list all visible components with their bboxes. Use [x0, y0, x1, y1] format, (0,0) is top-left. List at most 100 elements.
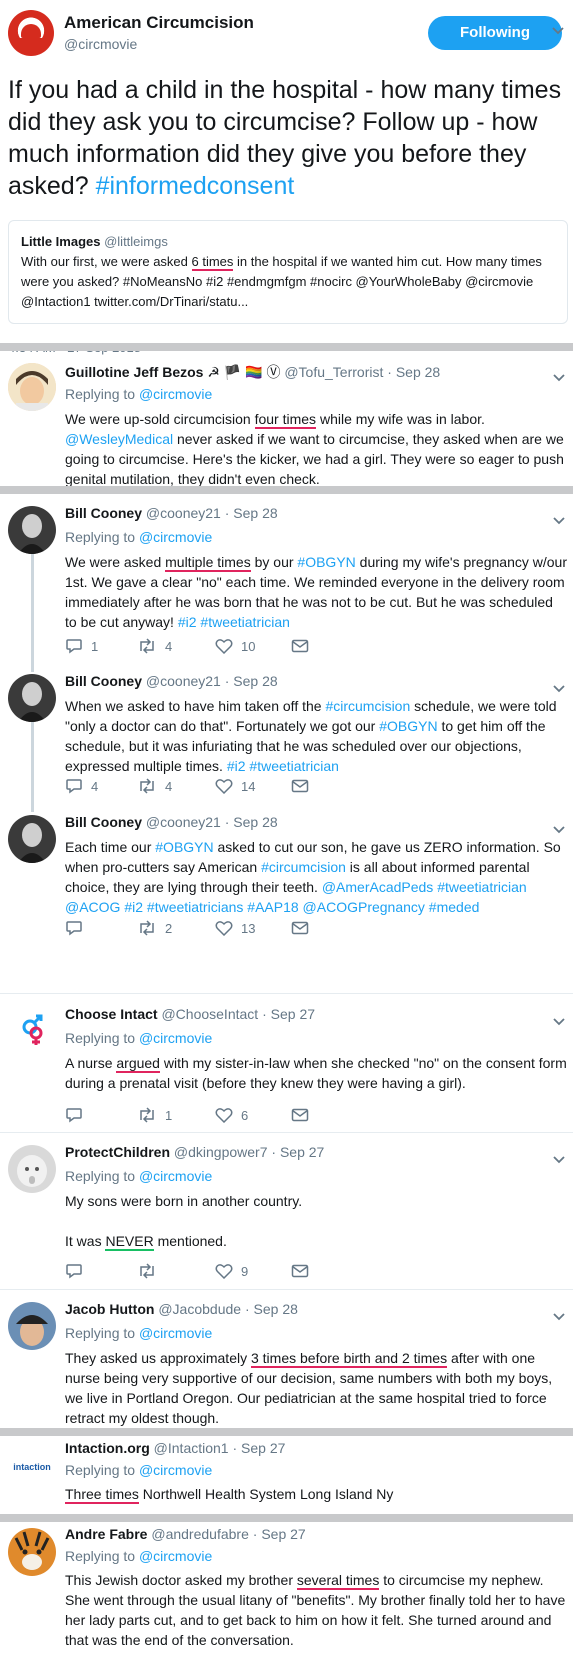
- author-handle[interactable]: @dkingpower7: [174, 1144, 268, 1160]
- reply-date[interactable]: Sep 27: [241, 1440, 285, 1456]
- retweet-action[interactable]: 4: [137, 776, 172, 796]
- hashtag-link[interactable]: #i2 #tweetiatrician: [227, 758, 339, 774]
- dm-action[interactable]: [291, 776, 317, 796]
- dm-action[interactable]: [291, 1105, 317, 1125]
- reply-date[interactable]: Sep 27: [261, 1526, 305, 1542]
- reply-date[interactable]: Sep 28: [396, 364, 440, 380]
- hashtag-link[interactable]: #circumcision: [261, 859, 346, 875]
- dm-action[interactable]: [291, 1261, 317, 1281]
- reply-action[interactable]: 1: [65, 636, 98, 656]
- author-handle[interactable]: @ChooseIntact: [161, 1006, 258, 1022]
- author-name[interactable]: Bill Cooney: [65, 814, 142, 830]
- reply-action[interactable]: 4: [65, 776, 98, 796]
- replying-link[interactable]: @circmovie: [139, 1548, 212, 1564]
- author-handle[interactable]: @cooney21: [146, 814, 221, 830]
- retweet-action[interactable]: [137, 1261, 165, 1281]
- reply-date[interactable]: Sep 27: [271, 1006, 315, 1022]
- reply-date[interactable]: Sep 27: [280, 1144, 324, 1160]
- avatar[interactable]: [8, 363, 56, 411]
- author-handle[interactable]: @andredufabre: [151, 1526, 249, 1542]
- author-name[interactable]: Guillotine Jeff Bezos: [65, 364, 203, 380]
- chevron-down-icon[interactable]: [552, 682, 566, 696]
- hashtag-link[interactable]: #circumcision: [325, 698, 410, 714]
- chevron-down-icon[interactable]: [552, 514, 566, 528]
- hashtag-link[interactable]: #OBGYN: [155, 839, 213, 855]
- like-action[interactable]: 14: [215, 776, 255, 796]
- like-count: 9: [241, 1263, 249, 1279]
- avatar[interactable]: [8, 506, 56, 554]
- reply-tweet[interactable]: Bill Cooney @cooney21 · Sep 28 Each time…: [0, 803, 573, 993]
- dm-action[interactable]: [291, 636, 317, 656]
- avatar[interactable]: intaction: [8, 1444, 56, 1492]
- main-author-handle[interactable]: @circmovie: [64, 36, 137, 52]
- main-author-name[interactable]: American Circumcision: [64, 13, 254, 33]
- main-tweet: American Circumcision @circmovie Followi…: [0, 0, 573, 362]
- author-name[interactable]: Bill Cooney: [65, 505, 142, 521]
- avatar[interactable]: [8, 1302, 56, 1350]
- like-action[interactable]: 13: [215, 918, 255, 938]
- reply-date[interactable]: Sep 28: [254, 1301, 298, 1317]
- avatar[interactable]: [8, 1528, 56, 1576]
- replying-link[interactable]: @circmovie: [139, 386, 212, 402]
- chevron-down-icon[interactable]: [552, 1310, 566, 1324]
- avatar-portrait-icon: [8, 815, 56, 863]
- main-avatar[interactable]: [8, 10, 54, 56]
- avatar[interactable]: [8, 1007, 56, 1055]
- author-handle[interactable]: @Jacobdude: [158, 1301, 241, 1317]
- retweet-action[interactable]: 1: [137, 1105, 172, 1125]
- replying-link[interactable]: @circmovie: [139, 529, 212, 545]
- reply-tweet[interactable]: ProtectChildren @dkingpower7 · Sep 27 Re…: [0, 1133, 573, 1287]
- author-name[interactable]: ProtectChildren: [65, 1144, 170, 1160]
- replying-link[interactable]: @circmovie: [139, 1325, 212, 1341]
- action-bar: 9: [65, 1261, 325, 1281]
- reply-tweet[interactable]: intaction Intaction.org @Intaction1 · Se…: [0, 1436, 573, 1521]
- reply-action[interactable]: [65, 1105, 91, 1125]
- hashtag-link[interactable]: #OBGYN: [379, 718, 437, 734]
- reply-action[interactable]: [65, 918, 91, 938]
- reply-tweet[interactable]: Bill Cooney @cooney21 · Sep 28 Replying …: [0, 494, 573, 664]
- author-handle[interactable]: @Tofu_Terrorist: [284, 364, 383, 380]
- avatar[interactable]: [8, 1145, 56, 1193]
- avatar[interactable]: [8, 815, 56, 863]
- reply-tweet[interactable]: Bill Cooney @cooney21 · Sep 28 When we a…: [0, 662, 573, 802]
- author-name[interactable]: Intaction.org: [65, 1440, 150, 1456]
- following-button[interactable]: Following: [428, 16, 562, 50]
- reply-tweet[interactable]: Jacob Hutton @Jacobdude · Sep 28 Replyin…: [0, 1290, 573, 1426]
- like-action[interactable]: 6: [215, 1105, 248, 1125]
- reply-text: A nurse argued with my sister-in-law whe…: [65, 1053, 567, 1093]
- reply-action[interactable]: [65, 1261, 91, 1281]
- dm-action[interactable]: [291, 918, 317, 938]
- chevron-down-icon[interactable]: [552, 371, 566, 385]
- reply-date[interactable]: Sep 28: [233, 505, 277, 521]
- chevron-down-icon[interactable]: [552, 823, 566, 837]
- author-name[interactable]: Choose Intact: [65, 1006, 158, 1022]
- hashtag-link[interactable]: #i2 #tweetiatrician: [178, 614, 290, 630]
- reply-tweet[interactable]: Choose Intact @ChooseIntact · Sep 27 Rep…: [0, 995, 573, 1130]
- author-handle[interactable]: @cooney21: [146, 673, 221, 689]
- reply-tweet[interactable]: Andre Fabre @andredufabre · Sep 27 Reply…: [0, 1522, 573, 1659]
- hashtag-link[interactable]: #OBGYN: [297, 554, 355, 570]
- chevron-down-icon[interactable]: [552, 1015, 566, 1029]
- replying-link[interactable]: @circmovie: [139, 1168, 212, 1184]
- quoted-tweet[interactable]: Little Images @littleimgs With our first…: [8, 220, 568, 324]
- retweet-count: 2: [165, 920, 173, 936]
- reply-tweet[interactable]: Guillotine Jeff Bezos ☭ 🏴 🏳️‍🌈 Ⓥ @Tofu_T…: [0, 351, 573, 487]
- like-action[interactable]: 10: [215, 636, 255, 656]
- replying-link[interactable]: @circmovie: [139, 1030, 212, 1046]
- author-handle[interactable]: @cooney21: [146, 505, 221, 521]
- mention-link[interactable]: @WesleyMedical: [65, 431, 173, 447]
- reply-date[interactable]: Sep 28: [233, 673, 277, 689]
- author-handle[interactable]: @Intaction1: [154, 1440, 229, 1456]
- author-name[interactable]: Bill Cooney: [65, 673, 142, 689]
- retweet-action[interactable]: 2: [137, 918, 172, 938]
- replying-link[interactable]: @circmovie: [139, 1462, 212, 1478]
- like-action[interactable]: 9: [215, 1261, 248, 1281]
- reply-date[interactable]: Sep 28: [233, 814, 277, 830]
- hashtag-link[interactable]: #informedconsent: [96, 172, 295, 200]
- chevron-down-icon[interactable]: [552, 1153, 566, 1167]
- author-name[interactable]: Andre Fabre: [65, 1526, 147, 1542]
- author-name[interactable]: Jacob Hutton: [65, 1301, 154, 1317]
- retweet-action[interactable]: 4: [137, 636, 172, 656]
- avatar[interactable]: [8, 674, 56, 722]
- chevron-down-icon[interactable]: [551, 24, 565, 38]
